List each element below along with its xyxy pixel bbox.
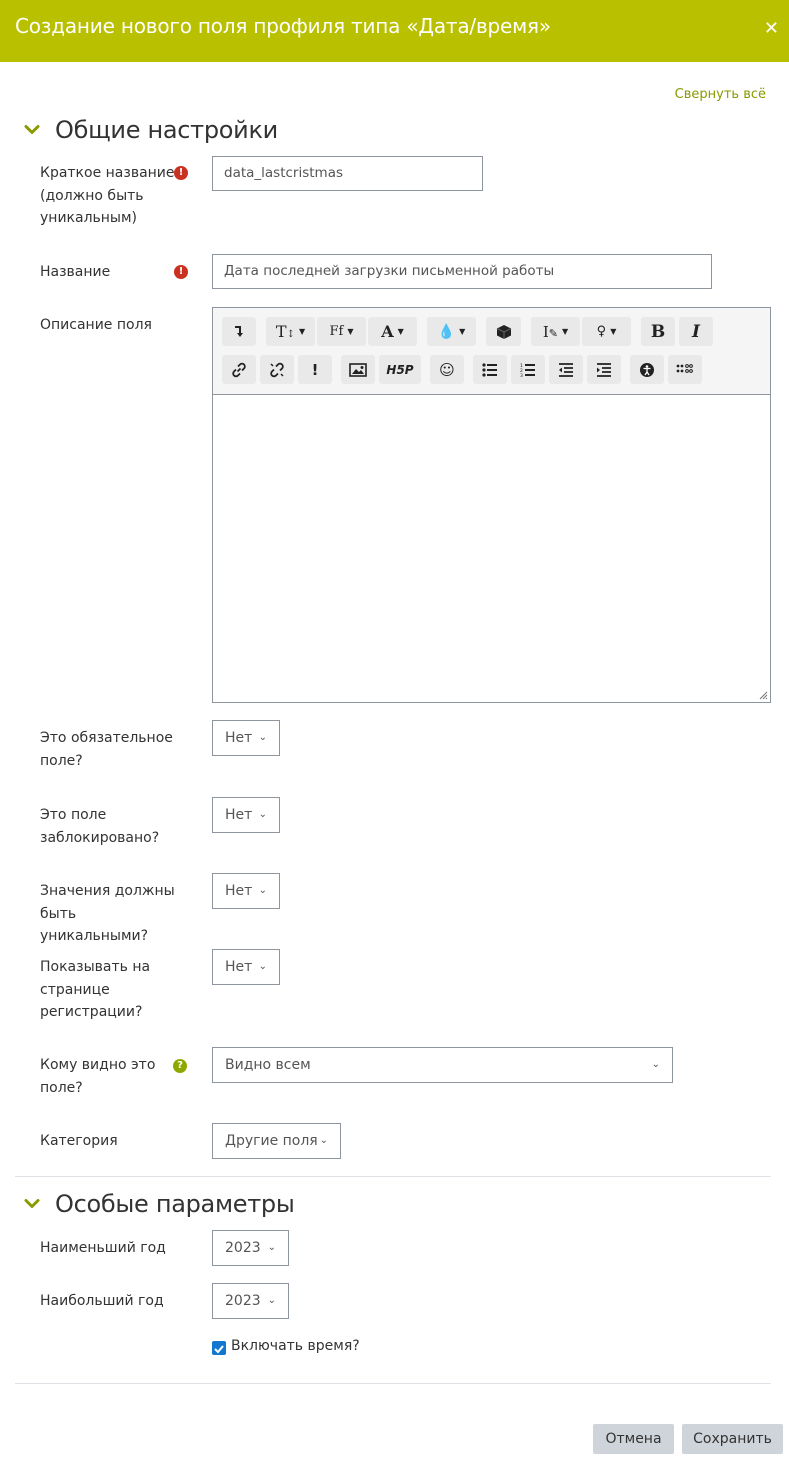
locked-select-value: Нет — [225, 807, 253, 823]
section-general-header[interactable]: Общие настройки — [24, 116, 278, 144]
help-icon[interactable]: ? — [173, 1059, 187, 1073]
resize-handle-icon[interactable] — [759, 691, 768, 700]
name-label: Название — [40, 264, 111, 280]
collapse-all-link[interactable]: Свернуть всё — [675, 87, 766, 102]
unique-select[interactable]: Нет ⌄ — [212, 873, 280, 909]
chevron-down-icon — [24, 1199, 40, 1208]
endyear-label: Наибольший год — [40, 1293, 164, 1309]
chevron-down-icon: ⌄ — [319, 1135, 328, 1146]
section-title-general: Общие настройки — [55, 116, 278, 144]
font-color-icon[interactable]: A ▼ — [368, 317, 417, 346]
checkmark-icon — [214, 1345, 224, 1354]
show-more-icon[interactable] — [222, 317, 256, 346]
category-select-value: Другие поля — [225, 1133, 318, 1149]
description-editor[interactable]: T↕ ▼ Ff ▼ A ▼ 💧 ▼ I✎ ▼ ♀ ▼ B I ! H5P ☺ 123 — [212, 307, 771, 703]
emphasis-icon[interactable]: ! — [298, 355, 332, 384]
startyear-select[interactable]: 2023 ⌄ — [212, 1230, 289, 1266]
close-icon[interactable]: ✕ — [764, 20, 779, 38]
bold-icon[interactable]: B — [641, 317, 675, 346]
footer-divider — [15, 1383, 771, 1384]
chevron-down-icon: ⌄ — [651, 1059, 660, 1070]
include-time-checkbox[interactable] — [212, 1341, 226, 1355]
startyear-label: Наименьший год — [40, 1240, 166, 1256]
shortname-label: Краткое название (должно быть уникальным… — [40, 165, 175, 226]
highlight-icon[interactable]: 💧 ▼ — [427, 317, 476, 346]
cancel-button[interactable]: Отмена — [593, 1424, 674, 1454]
modal-header: Создание нового поля профиля типа «Дата/… — [0, 0, 789, 62]
include-time-label[interactable]: Включать время? — [231, 1338, 360, 1354]
required-icon: ! — [174, 166, 188, 180]
chevron-down-icon: ⌄ — [258, 885, 267, 896]
category-label: Категория — [40, 1133, 118, 1149]
bullet-list-icon[interactable] — [473, 355, 507, 384]
chevron-down-icon: ⌄ — [258, 961, 267, 972]
section-divider — [15, 1176, 771, 1177]
locked-label: Это поле заблокировано? — [40, 807, 160, 846]
required-label: Это обязательное поле? — [40, 730, 173, 769]
unique-select-value: Нет — [225, 883, 253, 899]
numbered-list-icon[interactable]: 123 — [511, 355, 545, 384]
italic-icon[interactable]: I — [679, 317, 713, 346]
locked-select[interactable]: Нет ⌄ — [212, 797, 280, 833]
chevron-down-icon: ⌄ — [258, 809, 267, 820]
outdent-icon[interactable] — [549, 355, 583, 384]
indent-icon[interactable] — [587, 355, 621, 384]
cube-icon[interactable] — [486, 317, 521, 346]
svg-text:3: 3 — [520, 373, 523, 377]
image-icon[interactable] — [341, 355, 375, 384]
description-label: Описание поля — [40, 317, 152, 333]
required-select-value: Нет — [225, 730, 253, 746]
startyear-select-value: 2023 — [225, 1240, 261, 1256]
shortname-input[interactable]: data_lastcristmas — [212, 156, 483, 191]
category-select[interactable]: Другие поля ⌄ — [212, 1123, 341, 1159]
visible-select-value: Видно всем — [225, 1057, 311, 1073]
accessibility-icon[interactable] — [630, 355, 664, 384]
chevron-down-icon — [24, 125, 40, 134]
visible-select[interactable]: Видно всем ⌄ — [212, 1047, 673, 1083]
h5p-icon[interactable]: H5P — [379, 355, 421, 384]
editor-content-area[interactable] — [213, 396, 770, 702]
signup-select-value: Нет — [225, 959, 253, 975]
editor-toolbar: T↕ ▼ Ff ▼ A ▼ 💧 ▼ I✎ ▼ ♀ ▼ B I ! H5P ☺ 123 — [213, 308, 770, 395]
text-size-icon[interactable]: T↕ ▼ — [266, 317, 315, 346]
endyear-select-value: 2023 — [225, 1293, 261, 1309]
save-button[interactable]: Сохранить — [682, 1424, 783, 1454]
required-select[interactable]: Нет ⌄ — [212, 720, 280, 756]
name-input[interactable]: Дата последней загрузки письменной работ… — [212, 254, 712, 289]
visible-label: Кому видно это поле? — [40, 1057, 156, 1096]
font-family-icon[interactable]: Ff ▼ — [317, 317, 366, 346]
screenreader-icon[interactable] — [668, 355, 702, 384]
signup-label: Показывать на странице регистрации? — [40, 959, 151, 1020]
chevron-down-icon: ⌄ — [267, 1295, 276, 1306]
modal-title: Создание нового поля профиля типа «Дата/… — [15, 14, 551, 38]
unlink-icon[interactable] — [260, 355, 294, 384]
link-icon[interactable] — [222, 355, 256, 384]
unique-label: Значения должны быть уникальными? — [40, 883, 175, 944]
style-icon[interactable]: I✎ ▼ — [531, 317, 580, 346]
section-specific-header[interactable]: Особые параметры — [24, 1190, 295, 1218]
signup-select[interactable]: Нет ⌄ — [212, 949, 280, 985]
section-title-specific: Особые параметры — [55, 1190, 295, 1218]
required-icon: ! — [174, 265, 188, 279]
chevron-down-icon: ⌄ — [267, 1242, 276, 1253]
chevron-down-icon: ⌄ — [258, 732, 267, 743]
emoji-icon[interactable]: ☺ — [430, 355, 464, 384]
lightbulb-icon[interactable]: ♀ ▼ — [582, 317, 631, 346]
endyear-select[interactable]: 2023 ⌄ — [212, 1283, 289, 1319]
